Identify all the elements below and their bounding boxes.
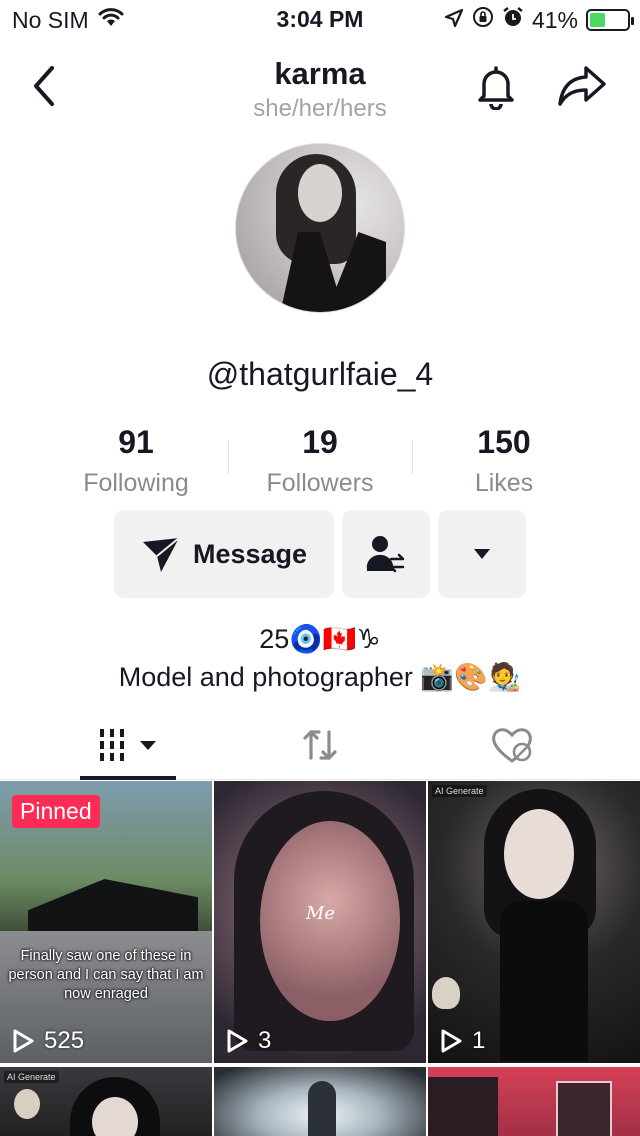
- ai-generated-tag: AI Generate: [4, 1071, 59, 1083]
- notification-button[interactable]: [472, 62, 520, 111]
- play-count: 3: [226, 1027, 271, 1055]
- send-icon: [142, 537, 180, 572]
- message-button[interactable]: Message: [114, 510, 334, 598]
- skull-decoration: [14, 1089, 40, 1119]
- page-title: karma: [274, 56, 366, 91]
- user-swap-icon: [366, 536, 405, 573]
- video-thumbnail[interactable]: AI Generate 1: [428, 781, 640, 1063]
- pronouns: she/her/hers: [253, 95, 387, 122]
- repost-icon: [303, 730, 337, 760]
- profile-stats: 91 Following 19 Followers 150 Likes: [0, 424, 640, 504]
- bio: 25🧿🇨🇦♑ Model and photographer 📸🎨🧑‍🎨: [0, 620, 640, 696]
- play-count-value: 1: [472, 1027, 486, 1054]
- message-label: Message: [192, 538, 308, 569]
- stat-value: 19: [302, 424, 338, 460]
- overlay-text: Me: [306, 903, 336, 924]
- play-count: 525: [12, 1027, 84, 1055]
- status-right: 41%: [444, 6, 634, 34]
- thumbnail-frame: [556, 1081, 612, 1136]
- stat-label: Following: [83, 469, 189, 497]
- stat-value: 150: [477, 424, 531, 460]
- stat-followers[interactable]: 19 Followers: [228, 424, 412, 498]
- avatar[interactable]: [235, 143, 405, 313]
- username: @thatgurlfaie_4: [206, 356, 434, 392]
- profile-actions: Message: [0, 510, 640, 598]
- battery-percent: 41%: [531, 6, 578, 33]
- tab-videos[interactable]: [80, 710, 176, 780]
- stat-label: Followers: [266, 469, 374, 497]
- video-caption: Finally saw one of these in person and I…: [8, 948, 204, 1002]
- thumbnail-body: [500, 901, 588, 1061]
- ai-generated-tag: AI Generate: [432, 785, 487, 797]
- video-grid: Pinned Finally saw one of these in perso…: [0, 781, 640, 1136]
- video-thumbnail[interactable]: Pinned Finally saw one of these in perso…: [0, 781, 212, 1063]
- play-count-value: 3: [258, 1027, 272, 1054]
- video-thumbnail[interactable]: [428, 1067, 640, 1136]
- play-count-value: 525: [44, 1027, 85, 1054]
- thumbnail-face: [504, 809, 574, 899]
- orientation-lock-icon: [472, 6, 494, 34]
- play-icon: [441, 1029, 462, 1053]
- more-dropdown-button[interactable]: [438, 510, 526, 598]
- stat-following[interactable]: 91 Following: [44, 424, 228, 498]
- share-icon: [558, 66, 606, 106]
- alarm-icon: [502, 6, 524, 34]
- thumbnail-figure: [308, 1081, 336, 1136]
- profile-header: karma she/her/hers: [0, 48, 640, 138]
- play-icon: [13, 1029, 34, 1053]
- content-tabs: [0, 710, 640, 780]
- skull-decoration: [432, 977, 460, 1009]
- video-thumbnail[interactable]: Me 3: [214, 781, 426, 1063]
- tab-reposts[interactable]: [272, 710, 368, 780]
- play-icon: [227, 1029, 248, 1053]
- active-tab-indicator: [80, 776, 176, 780]
- video-thumbnail[interactable]: AI Generate: [0, 1067, 212, 1136]
- avatar-face: [298, 164, 342, 222]
- grid-icon: [100, 729, 156, 761]
- caret-down-icon: [474, 549, 490, 559]
- stat-likes[interactable]: 150 Likes: [412, 424, 596, 498]
- play-count: 1: [440, 1027, 485, 1055]
- stat-value: 91: [118, 424, 154, 460]
- status-bar: No SIM 3:04 PM 41%: [0, 0, 640, 40]
- pinned-badge: Pinned: [12, 795, 100, 828]
- thumbnail-car: [28, 879, 198, 931]
- stat-label: Likes: [474, 469, 534, 497]
- location-icon: [444, 7, 464, 34]
- hidden-heart-icon: [492, 728, 532, 763]
- bio-line-2: Model and photographer 📸🎨🧑‍🎨: [118, 662, 522, 692]
- video-thumbnail[interactable]: [214, 1067, 426, 1136]
- battery-charging-icon: [586, 9, 634, 31]
- share-button[interactable]: [556, 62, 608, 110]
- bell-icon: [478, 66, 514, 111]
- thumbnail-figure: [428, 1077, 498, 1136]
- bio-line-1: 25🧿🇨🇦♑: [259, 624, 381, 654]
- tab-liked[interactable]: [464, 710, 560, 780]
- follow-button[interactable]: [342, 510, 430, 598]
